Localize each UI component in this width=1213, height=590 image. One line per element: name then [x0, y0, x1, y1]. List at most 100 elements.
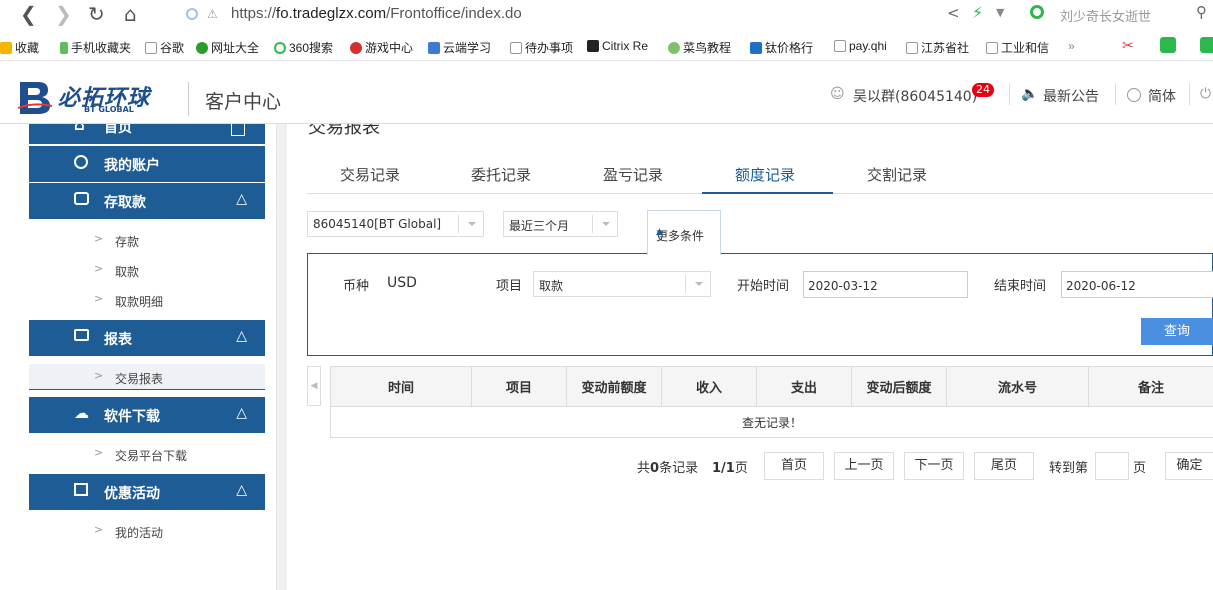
- column-header: 变动后额度: [851, 366, 947, 407]
- dropdown-arrow-icon: [685, 275, 710, 293]
- back-icon[interactable]: ❮: [20, 3, 37, 25]
- sidebar-item-label: 我的账户: [104, 158, 160, 174]
- end-date-input[interactable]: 2020-06-12: [1061, 271, 1213, 298]
- chevron-right-icon: >: [94, 369, 104, 382]
- goto-page-input[interactable]: [1095, 452, 1129, 480]
- first-page-button[interactable]: 首页: [764, 452, 824, 480]
- filter-panel: [307, 253, 1213, 356]
- home-icon[interactable]: ⌂: [124, 3, 137, 25]
- page-indicator: 1/1页: [712, 461, 748, 476]
- star-icon: [0, 42, 12, 54]
- start-date-input[interactable]: 2020-03-12: [803, 271, 968, 298]
- 360-icon: [274, 42, 286, 54]
- sidebar-subitem-label: 存款: [115, 235, 140, 249]
- account-select[interactable]: 86045140[BT Global]: [307, 211, 484, 237]
- scroll-left-button[interactable]: ◀: [307, 366, 321, 406]
- announcements-link[interactable]: 最新公告: [1043, 86, 1099, 106]
- user-name[interactable]: 吴以群(86045140): [853, 86, 977, 106]
- sidebar-item-download[interactable]: ☁ 软件下载 △: [29, 397, 265, 433]
- speaker-icon: 🔈: [1021, 86, 1039, 102]
- sidebar-item-promo[interactable]: 优惠活动 △: [29, 474, 265, 510]
- last-page-button[interactable]: 尾页: [974, 452, 1034, 480]
- period-select[interactable]: 最近三个月: [503, 211, 618, 237]
- page-icon: [145, 42, 157, 54]
- tab-delivery-records[interactable]: 交割记录: [867, 164, 927, 185]
- column-header: 流水号: [946, 366, 1089, 407]
- search-hint[interactable]: 刘少奇长女逝世: [1060, 6, 1151, 25]
- chevron-right-icon: >: [94, 262, 104, 275]
- bookmark-item[interactable]: 游戏中心: [350, 39, 413, 56]
- chevron-right-icon: >: [94, 292, 104, 305]
- power-icon[interactable]: ⏻: [1200, 86, 1211, 102]
- browser-toolbar: ❮ ❯ ↻ ⌂ ⚠ https://fo.tradeglzx.com/Front…: [0, 0, 1213, 30]
- confirm-goto-button[interactable]: 确定: [1165, 452, 1213, 480]
- sidebar-item-account[interactable]: 我的账户: [29, 146, 265, 182]
- bookmark-item[interactable]: pay.qhi: [834, 39, 887, 53]
- item-select[interactable]: 取款: [533, 271, 711, 297]
- tab-trade-records[interactable]: 交易记录: [340, 164, 400, 185]
- bookmark-item[interactable]: 谷歌: [145, 39, 184, 56]
- sidebar-subitem-my-activity[interactable]: > 我的活动: [29, 518, 265, 544]
- column-header: 项目: [471, 366, 567, 407]
- goto-suffix: 页: [1133, 461, 1147, 476]
- search-engine-icon[interactable]: [1030, 5, 1044, 19]
- tab-pnl-records[interactable]: 盈亏记录: [603, 164, 663, 185]
- more-conditions-label: 更多条件: [656, 229, 705, 243]
- start-date-label: 开始时间: [737, 279, 790, 294]
- sidebar-item-label: 报表: [104, 332, 132, 348]
- tab-quota-records[interactable]: 额度记录: [735, 164, 795, 185]
- chevron-up-icon: △: [236, 191, 247, 207]
- sidebar-subitem-label: 取款: [115, 265, 140, 279]
- chevron-right-icon: >: [94, 232, 104, 245]
- bookmark-item[interactable]: Citrix Re: [587, 39, 648, 53]
- sidebar-item-reports[interactable]: 报表 △: [29, 320, 265, 356]
- bookmark-item[interactable]: 钛价格行: [750, 39, 813, 56]
- bookmark-item[interactable]: 云端学习: [428, 39, 491, 56]
- bookmark-item[interactable]: 江苏省社: [906, 39, 969, 56]
- sidebar-subitem-deposit[interactable]: > 存款: [29, 227, 265, 253]
- citrix-icon: [587, 40, 599, 52]
- bookmark-item[interactable]: 工业和信: [986, 39, 1049, 56]
- goto-label: 转到第: [1049, 461, 1089, 476]
- table-row: 查无记录！: [330, 406, 1213, 438]
- lightning-icon[interactable]: ⚡: [972, 3, 983, 22]
- brand-subtitle: BT GLOBAL: [84, 105, 134, 114]
- reload-icon[interactable]: ↻: [88, 3, 105, 25]
- more-bookmarks-button[interactable]: »: [1068, 39, 1075, 53]
- bookmark-item[interactable]: 手机收藏夹: [60, 39, 131, 56]
- end-date-value: 2020-06-12: [1066, 279, 1136, 293]
- sidebar-subitem-label: 交易平台下载: [115, 449, 188, 463]
- shield-icon[interactable]: [1200, 37, 1213, 53]
- sidebar-subitem-trade-report[interactable]: > 交易报表: [29, 364, 265, 390]
- bookmark-item[interactable]: 待办事项: [510, 39, 573, 56]
- account-select-value: 86045140[BT Global]: [313, 217, 442, 231]
- logo-icon: [17, 82, 53, 114]
- extension-icon[interactable]: [1160, 37, 1176, 53]
- bookmark-item[interactable]: 收藏: [0, 39, 39, 56]
- wallet-icon: [74, 192, 89, 205]
- bookmark-item[interactable]: 网址大全: [196, 39, 259, 56]
- query-button[interactable]: 查询: [1141, 318, 1213, 345]
- next-page-button[interactable]: 下一页: [904, 452, 964, 480]
- forward-icon[interactable]: ❯: [55, 3, 72, 25]
- sidebar-subitem-platform-download[interactable]: > 交易平台下载: [29, 441, 265, 467]
- search-icon[interactable]: ⚲: [1196, 3, 1207, 21]
- share-icon[interactable]: <: [947, 4, 960, 22]
- caret-up-icon: ▲: [656, 227, 663, 237]
- language-switch[interactable]: 简体: [1148, 86, 1176, 106]
- column-header: 时间: [330, 366, 472, 407]
- more-conditions-button[interactable]: 更多条件 ▲: [647, 210, 721, 255]
- tab-order-records[interactable]: 委托记录: [471, 164, 531, 185]
- site-info-icon[interactable]: [186, 8, 198, 20]
- url-field[interactable]: https://fo.tradeglzx.com/Frontoffice/ind…: [231, 5, 522, 22]
- bookmark-item[interactable]: 360搜索: [274, 39, 333, 56]
- sidebar-subitem-withdraw[interactable]: > 取款: [29, 257, 265, 283]
- sidebar-subitem-withdraw-detail[interactable]: > 取款明细: [29, 287, 265, 313]
- scissors-icon[interactable]: ✂: [1122, 37, 1134, 54]
- bookmark-item[interactable]: 菜鸟教程: [668, 39, 731, 56]
- prev-page-button[interactable]: 上一页: [834, 452, 894, 480]
- header-divider: [188, 82, 189, 116]
- sidebar-item-deposit[interactable]: 存取款 △: [29, 183, 265, 219]
- dropdown-chevron-icon[interactable]: ▼: [996, 6, 1004, 19]
- cloud-download-icon: ☁: [74, 404, 89, 422]
